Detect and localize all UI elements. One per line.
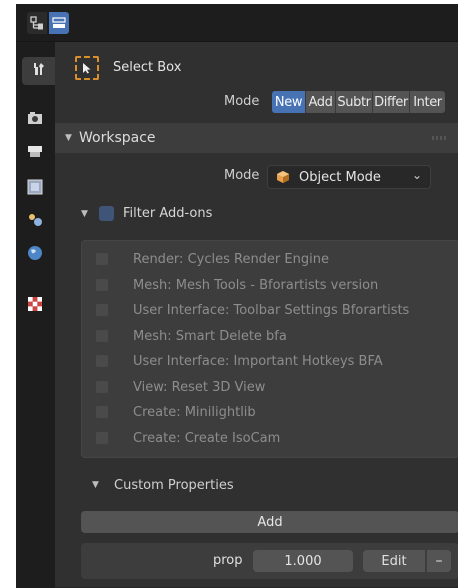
edit-property-button[interactable]: Edit <box>363 550 425 572</box>
output-tab[interactable] <box>21 139 49 167</box>
list-item[interactable]: Create: Minilightlib <box>96 402 256 422</box>
outliner-toggle-icon[interactable] <box>49 12 69 34</box>
mode-intersect-button[interactable]: Inter <box>410 91 445 113</box>
drag-grip-icon[interactable] <box>432 136 446 140</box>
mode-add-button[interactable]: Add <box>306 91 336 113</box>
filter-addons-header[interactable]: ▼ Filter Add-ons <box>81 206 212 221</box>
world-tab[interactable] <box>21 241 49 269</box>
properties-editor: Select Box Mode New Add Subtr Differ Int… <box>16 4 458 588</box>
addon-label: User Interface: Toolbar Settings Bforart… <box>133 302 410 318</box>
mode-new-button[interactable]: New <box>272 91 306 113</box>
mode-difference-button[interactable]: Differ <box>373 91 410 113</box>
addon-label: User Interface: Important Hotkeys BFA <box>133 353 383 369</box>
addon-checkbox[interactable] <box>96 253 108 265</box>
addon-checkbox[interactable] <box>96 381 108 393</box>
active-tool-label: Select Box <box>113 60 182 75</box>
view-layer-tab[interactable] <box>21 175 49 203</box>
render-tab[interactable] <box>21 106 49 134</box>
addon-checkbox[interactable] <box>96 304 108 316</box>
addon-checkbox[interactable] <box>96 279 108 291</box>
addon-label: Render: Cycles Render Engine <box>133 251 329 267</box>
select-box-tool-icon[interactable] <box>75 56 99 80</box>
tool-icon <box>31 61 47 81</box>
scene-icon <box>27 212 43 232</box>
object-mode-value: Object Mode <box>299 169 381 185</box>
list-item[interactable]: Create: Create IsoCam <box>96 428 280 448</box>
properties-editor-icon[interactable] <box>27 12 47 34</box>
chevron-down-icon: ⌄ <box>411 168 422 182</box>
tool-tab[interactable] <box>22 57 55 85</box>
custom-properties-header[interactable]: ▼ Custom Properties <box>65 472 448 498</box>
workspace-panel-header[interactable]: ▼ Workspace <box>55 123 458 153</box>
addon-checkbox[interactable] <box>96 406 108 418</box>
addon-label: Create: Create IsoCam <box>133 430 281 446</box>
scene-tab[interactable] <box>21 208 49 236</box>
list-item[interactable]: User Interface: Toolbar Settings Bforart… <box>96 300 409 320</box>
selection-mode-buttons: New Add Subtr Differ Inter <box>272 91 445 113</box>
texture-icon <box>27 296 43 316</box>
addon-label: View: Reset 3D View <box>133 379 266 395</box>
editor-header <box>16 4 458 42</box>
add-property-button[interactable]: Add <box>81 511 458 533</box>
remove-property-button[interactable]: – <box>427 550 451 572</box>
object-mode-dropdown[interactable]: Object Mode ⌄ <box>267 165 431 189</box>
output-icon <box>27 143 43 163</box>
property-name: prop <box>213 553 243 568</box>
collapse-arrow-icon: ▼ <box>65 133 72 143</box>
view-layer-icon <box>27 179 43 199</box>
editor-type-selector[interactable] <box>27 12 69 34</box>
addon-checkbox[interactable] <box>96 330 108 342</box>
collapse-arrow-icon: ▼ <box>92 480 99 490</box>
addon-label: Mesh: Mesh Tools - Bforartists version <box>133 277 379 293</box>
addon-checkbox[interactable] <box>96 355 108 367</box>
properties-main-panel: Select Box Mode New Add Subtr Differ Int… <box>55 42 458 588</box>
custom-properties-title: Custom Properties <box>114 477 234 493</box>
world-icon <box>27 245 43 265</box>
addon-list: Render: Cycles Render Engine Mesh: Mesh … <box>81 240 458 458</box>
collapse-arrow-icon: ▼ <box>81 208 88 219</box>
object-mode-icon <box>276 170 290 184</box>
list-item[interactable]: View: Reset 3D View <box>96 377 265 397</box>
addon-label: Create: Minilightlib <box>133 404 256 420</box>
tool-mode-label: Mode <box>224 94 260 109</box>
texture-tab[interactable] <box>21 292 49 320</box>
filter-addons-label: Filter Add-ons <box>123 206 213 221</box>
list-item[interactable]: User Interface: Important Hotkeys BFA <box>96 351 383 371</box>
workspace-mode-label: Mode <box>224 168 260 183</box>
render-icon <box>27 110 43 130</box>
property-row: prop 1.000 Edit – <box>81 543 458 579</box>
workspace-title: Workspace <box>79 130 156 146</box>
addon-label: Mesh: Smart Delete bfa <box>133 328 287 344</box>
properties-tabs <box>16 42 55 588</box>
list-item[interactable]: Mesh: Smart Delete bfa <box>96 326 287 346</box>
addon-checkbox[interactable] <box>96 432 108 444</box>
list-item[interactable]: Mesh: Mesh Tools - Bforartists version <box>96 275 378 295</box>
filter-addons-checkbox[interactable] <box>99 206 114 221</box>
list-item[interactable]: Render: Cycles Render Engine <box>96 249 329 269</box>
property-value-field[interactable]: 1.000 <box>253 550 353 572</box>
mode-subtract-button[interactable]: Subtr <box>336 91 373 113</box>
